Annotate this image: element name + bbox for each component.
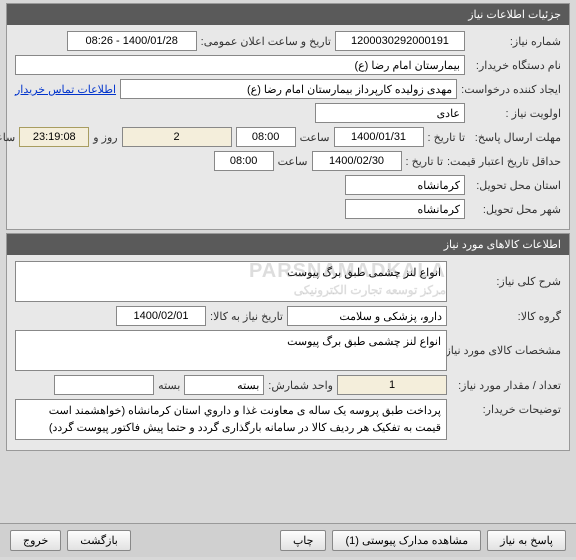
time-label-1: ساعت [300,131,330,144]
device-name-label: نام دستگاه خریدار: [469,59,561,72]
device-name-field[interactable] [15,55,465,75]
deadline-label: مهلت ارسال پاسخ: [469,131,561,144]
creator-label: ایجاد کننده درخواست: [461,83,561,96]
public-announce-label: تاریخ و ساعت اعلان عمومی: [201,35,331,48]
city-field[interactable] [345,199,465,219]
panel1-title: جزئیات اطلاعات نیاز [7,4,569,25]
exit-button[interactable]: خروج [10,530,61,551]
need-details-panel: جزئیات اطلاعات نیاز شماره نیاز: تاریخ و … [6,3,570,230]
need-desc-field[interactable] [15,261,447,302]
spec-field[interactable] [15,330,447,371]
notes-field[interactable] [15,399,447,440]
need-desc-label: شرح کلی نیاز: [451,275,561,288]
pack-label: بسته [158,379,180,392]
public-announce-field[interactable] [67,31,197,51]
days-label: روز و [93,131,117,144]
group-field[interactable] [287,306,447,326]
back-button[interactable]: بازگشت [67,530,131,551]
spec-label: مشخصات کالای مورد نیاز: [451,344,561,357]
unit-field[interactable] [184,375,264,395]
qty-field[interactable] [337,375,447,395]
priority-field[interactable] [315,103,465,123]
city-label: شهر محل تحویل: [469,203,561,216]
countdown-field [19,127,89,147]
deadline-date-field[interactable] [334,127,424,147]
unit-label: واحد شمارش: [268,379,333,392]
need-number-field[interactable] [335,31,465,51]
contact-link[interactable]: اطلاعات تماس خریدار [15,83,116,96]
deadline-time-field[interactable] [236,127,296,147]
goods-info-panel: اطلاعات کالاهای مورد نیاز شرح کلی نیاز: … [6,233,570,451]
creator-field[interactable] [120,79,457,99]
reply-button[interactable]: پاسخ به نیاز [487,530,566,551]
state-label: استان محل تحویل: [469,179,561,192]
validity-to-label: تا تاریخ : [406,155,443,168]
attachments-button[interactable]: مشاهده مدارک پیوستی (1) [332,530,481,551]
footer-toolbar: پاسخ به نیاز مشاهده مدارک پیوستی (1) چاپ… [0,523,576,557]
state-field[interactable] [345,175,465,195]
need-date-label: تاریخ نیاز به کالا: [210,310,283,323]
pack-field[interactable] [54,375,154,395]
to-date-label: تا تاریخ : [428,131,465,144]
need-number-label: شماره نیاز: [469,35,561,48]
time-label-2: ساعت [278,155,308,168]
min-validity-label: حداقل تاریخ اعتبار قیمت: [447,155,561,168]
notes-label: توضیحات خریدار: [451,399,561,416]
qty-label: تعداد / مقدار مورد نیاز: [451,379,561,392]
group-label: گروه کالا: [451,310,561,323]
need-date-field[interactable] [116,306,206,326]
print-button[interactable]: چاپ [280,530,327,551]
days-field [122,127,232,147]
validity-date-field[interactable] [312,151,402,171]
priority-label: اولویت نیاز : [469,107,561,120]
panel2-title: اطلاعات کالاهای مورد نیاز [7,234,569,255]
remaining-label: ساعت باقی مانده [0,131,15,144]
validity-time-field[interactable] [214,151,274,171]
